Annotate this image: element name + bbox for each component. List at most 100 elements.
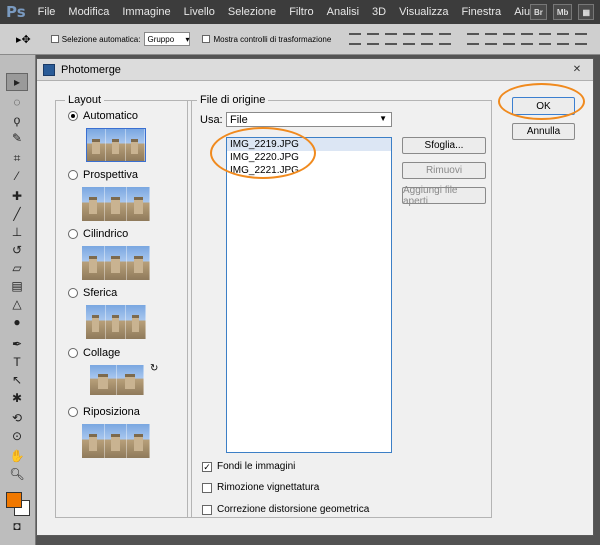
align-hcenter-icon[interactable] — [421, 33, 434, 45]
vignette-removal-checkbox[interactable] — [202, 482, 212, 493]
minibridge-button[interactable]: Mb — [552, 4, 573, 20]
distortion-correction-label: Correzione distorsione geometrica — [217, 504, 370, 515]
show-transform-checkbox[interactable] — [202, 35, 211, 43]
crop-tool-icon[interactable]: ⌗ — [6, 149, 28, 167]
align-vcenter-icon[interactable] — [367, 33, 380, 45]
browse-button[interactable]: Sfoglia... — [402, 137, 486, 154]
arrange-docs-icon[interactable]: ▦ — [578, 4, 594, 20]
layout-option-prospettiva[interactable]: Prospettiva — [68, 169, 138, 181]
distribute-hcenter-icon[interactable] — [539, 33, 552, 45]
brush-tool-icon[interactable]: ╱ — [6, 205, 28, 223]
align-top-icon[interactable] — [349, 33, 362, 45]
eraser-tool-icon[interactable]: ▱ — [6, 259, 28, 277]
align-right-icon[interactable] — [439, 33, 452, 45]
use-dropdown[interactable]: File ▼ — [226, 112, 392, 127]
history-brush-tool-icon[interactable]: ↺ — [6, 241, 28, 259]
path-select-tool-icon[interactable]: ↖ — [6, 371, 28, 389]
layout-option-automatico[interactable]: Automatico — [68, 110, 138, 122]
riposiziona-preview-image — [82, 424, 151, 458]
menu-livello[interactable]: Livello — [184, 6, 215, 18]
dialog-title: Photomerge — [61, 63, 121, 76]
vignette-removal-option[interactable]: Rimozione vignettatura — [202, 482, 319, 493]
distribute-right-icon[interactable] — [557, 33, 570, 45]
dodge-tool-icon[interactable]: ● — [6, 313, 28, 331]
radio-button[interactable] — [68, 170, 78, 180]
radio-button[interactable] — [68, 229, 78, 239]
pen-tool-icon[interactable]: ✒ — [6, 335, 28, 353]
options-bar: ▸✥ Selezione automatica: Gruppo ▾ Mostra… — [0, 24, 600, 55]
menu-file[interactable]: File — [38, 6, 56, 18]
files-highlight-oval — [210, 127, 316, 179]
auto-select-value: Gruppo — [147, 34, 175, 44]
align-left-icon[interactable] — [403, 33, 416, 45]
chevron-down-icon: ▼ — [379, 114, 387, 123]
3d-orbit-tool-icon[interactable]: ⊙ — [6, 427, 28, 445]
add-open-files-button[interactable]: Aggiungi file aperti — [402, 185, 486, 207]
menu-3d[interactable]: 3D — [372, 6, 386, 18]
auto-select-checkbox[interactable] — [50, 35, 59, 43]
radio-button[interactable] — [68, 407, 78, 417]
distortion-correction-option[interactable]: Correzione distorsione geometrica — [202, 504, 369, 515]
cancel-button[interactable]: Annulla — [512, 123, 575, 140]
zoom-tool-icon[interactable]: 🔍︎ — [6, 465, 28, 483]
distortion-correction-checkbox[interactable] — [202, 504, 212, 515]
move-tool-icon[interactable]: ▸✥ — [16, 33, 31, 46]
layout-option-riposiziona[interactable]: Riposiziona — [68, 406, 140, 418]
layout-option-sferica[interactable]: Sferica — [68, 287, 117, 299]
photoshop-logo: Ps — [6, 3, 26, 21]
quick-select-tool-icon[interactable]: ✎ — [6, 129, 28, 147]
menu-filtro[interactable]: Filtro — [289, 6, 313, 18]
layout-option-label: Collage — [83, 347, 121, 359]
blur-tool-icon[interactable]: △ — [6, 295, 28, 313]
radio-button[interactable] — [68, 111, 78, 121]
remove-button[interactable]: Rimuovi — [402, 162, 486, 179]
align-bottom-icon[interactable] — [385, 33, 398, 45]
layout-option-cilindrico[interactable]: Cilindrico — [68, 228, 128, 240]
show-transform-label: Mostra controlli di trasformazione — [213, 34, 332, 44]
3d-rotate-tool-icon[interactable]: ⟲ — [6, 409, 28, 427]
auto-select-dropdown[interactable]: Gruppo ▾ — [144, 32, 191, 46]
close-icon[interactable]: ✕ — [569, 62, 585, 76]
use-label: Usa: — [200, 114, 223, 126]
use-value: File — [230, 113, 248, 126]
eyedropper-tool-icon[interactable]: ⁄ — [6, 167, 28, 185]
layout-option-label: Automatico — [83, 110, 139, 122]
radio-button[interactable] — [68, 348, 78, 358]
menu-modifica[interactable]: Modifica — [68, 6, 109, 18]
type-tool-icon[interactable]: T — [6, 353, 28, 371]
menu-immagine[interactable]: Immagine — [122, 6, 170, 18]
distribute-vcenter-icon[interactable] — [485, 33, 498, 45]
collage-preview-image — [90, 365, 144, 395]
menu-finestra[interactable]: Finestra — [461, 6, 501, 18]
menu-analisi[interactable]: Analisi — [327, 6, 359, 18]
bridge-button[interactable]: Br — [529, 4, 547, 20]
menu-visualizza[interactable]: Visualizza — [399, 6, 448, 18]
toolbox: ▸ ◌ ϙ ✎ ⌗ ⁄ ✚ ╱ ⊥ ↺ ▱ ▤ △ ● ✒ T ↖ ✱ ⟲ ⊙ … — [0, 55, 36, 545]
move-tool-icon[interactable]: ▸ — [6, 73, 28, 91]
automatico-preview-image — [86, 128, 146, 162]
shape-tool-icon[interactable]: ✱ — [6, 389, 28, 407]
sferica-preview-image — [86, 305, 146, 339]
blend-images-option[interactable]: ✓ Fondi le immagini — [202, 461, 295, 472]
marquee-tool-icon[interactable]: ◌ — [6, 93, 28, 111]
source-files-list[interactable]: IMG_2219.JPG IMG_2220.JPG IMG_2221.JPG — [226, 137, 392, 453]
radio-button[interactable] — [68, 288, 78, 298]
ok-highlight-oval — [498, 83, 585, 120]
healing-tool-icon[interactable]: ✚ — [6, 187, 28, 205]
foreground-color-swatch[interactable] — [6, 492, 22, 508]
hand-tool-icon[interactable]: ✋ — [6, 447, 28, 465]
blend-images-checkbox[interactable]: ✓ — [202, 461, 212, 472]
distribute-left-icon[interactable] — [521, 33, 534, 45]
stamp-tool-icon[interactable]: ⊥ — [6, 223, 28, 241]
vignette-removal-label: Rimozione vignettatura — [217, 482, 320, 493]
photoshop-icon — [43, 63, 55, 76]
quick-mask-icon[interactable]: ◘ — [6, 517, 28, 535]
distribute-top-icon[interactable] — [467, 33, 480, 45]
dialog-titlebar[interactable]: Photomerge ✕ — [37, 59, 593, 81]
auto-align-icon[interactable] — [575, 33, 588, 45]
lasso-tool-icon[interactable]: ϙ — [6, 111, 28, 129]
distribute-bottom-icon[interactable] — [503, 33, 516, 45]
layout-option-collage[interactable]: Collage — [68, 347, 120, 359]
menu-selezione[interactable]: Selezione — [228, 6, 276, 18]
gradient-tool-icon[interactable]: ▤ — [6, 277, 28, 295]
